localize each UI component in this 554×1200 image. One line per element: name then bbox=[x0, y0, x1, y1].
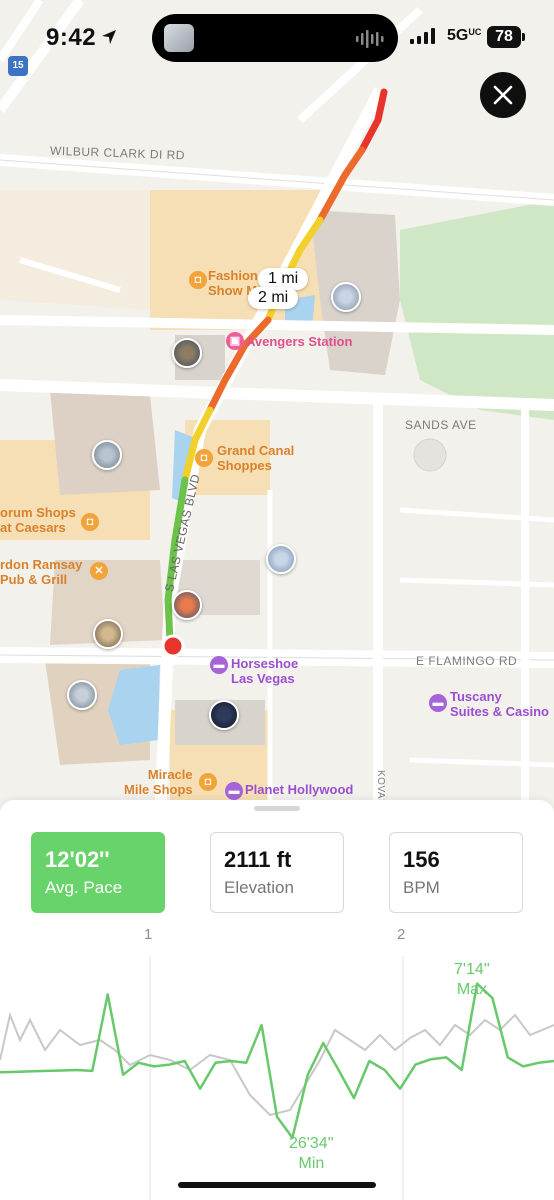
shopping-bag-icon[interactable]: ◘ bbox=[195, 449, 213, 467]
landmark-caesars[interactable] bbox=[92, 440, 122, 470]
poi-tuscany-line2: Suites & Casino bbox=[450, 704, 549, 719]
metric-elevation-value: 2111 ft bbox=[224, 847, 292, 872]
route-map[interactable]: 15 WILBUR CLARK DI RD SANDS AVE S LAS VE… bbox=[0, 0, 554, 820]
poi-horseshoe-line1: Horseshoe bbox=[231, 656, 299, 671]
metric-card-bpm[interactable]: 156 BPM bbox=[389, 832, 523, 913]
poi-miracle-mile[interactable]: Miracle Mile Shops bbox=[124, 767, 193, 797]
chart-min-value: 26'34'' bbox=[289, 1135, 334, 1152]
metric-elevation-label: Elevation bbox=[224, 878, 294, 897]
audio-waveform-icon bbox=[356, 30, 384, 48]
poi-horseshoe-line2: Las Vegas bbox=[231, 671, 295, 686]
landmark-flamingo[interactable] bbox=[172, 590, 202, 620]
status-time: 9:42 bbox=[46, 24, 97, 51]
poi-avengers-station[interactable]: Avengers Station bbox=[246, 334, 352, 349]
status-bar: 9:42 5GUC 78 bbox=[0, 0, 554, 76]
chart-max-label: Max bbox=[456, 981, 488, 998]
landmark-cromwell[interactable] bbox=[93, 619, 123, 649]
poi-ramsay-line1: rdon Ramsay bbox=[0, 557, 83, 572]
metric-bpm-label: BPM bbox=[403, 878, 440, 897]
chart-min-label: Min bbox=[298, 1155, 325, 1172]
golf-course bbox=[400, 200, 554, 420]
sheet-grabber[interactable] bbox=[254, 806, 300, 811]
chart-max-annotation: 7'14'' Max bbox=[454, 960, 490, 1000]
landmark-high-roller[interactable] bbox=[266, 544, 296, 574]
battery-cap bbox=[522, 33, 525, 41]
poi-grand-canal-line1: Grand Canal bbox=[217, 443, 295, 458]
landmark-planet-hollywood[interactable] bbox=[209, 700, 239, 730]
close-icon bbox=[493, 85, 513, 105]
poi-forum-line2: at Caesars bbox=[0, 520, 66, 535]
bed-icon[interactable]: ▬ bbox=[429, 694, 447, 712]
poi-forum-shops[interactable]: orum Shops at Caesars bbox=[0, 505, 76, 535]
location-arrow-icon bbox=[102, 30, 116, 44]
poi-tuscany[interactable]: Tuscany Suites & Casino bbox=[450, 689, 549, 719]
close-button[interactable] bbox=[480, 72, 526, 118]
metric-bpm-value: 156 bbox=[403, 847, 440, 872]
poi-ramsay-line2: Pub & Grill bbox=[0, 572, 68, 587]
chart-max-value: 7'14'' bbox=[454, 961, 490, 978]
poi-ramsay-pub[interactable]: rdon Ramsay Pub & Grill bbox=[0, 557, 82, 587]
attraction-icon[interactable]: ▣ bbox=[226, 332, 244, 350]
shopping-bag-icon[interactable]: ◘ bbox=[81, 513, 99, 531]
poi-fashion-show-line1: Fashion bbox=[208, 268, 258, 283]
metric-card-elevation[interactable]: 2111 ft Elevation bbox=[210, 832, 344, 913]
bed-icon[interactable]: ▬ bbox=[225, 782, 243, 800]
poi-horseshoe[interactable]: Horseshoe Las Vegas bbox=[231, 656, 298, 686]
road-label-sands-ave: SANDS AVE bbox=[405, 418, 477, 432]
route-start-dot bbox=[161, 634, 185, 658]
landmark-venetian-tower[interactable] bbox=[331, 282, 361, 312]
fork-knife-icon[interactable]: ✕ bbox=[90, 562, 108, 580]
poi-grand-canal-line2: Shoppes bbox=[217, 458, 272, 473]
now-playing-artwork bbox=[164, 24, 194, 52]
metric-pace-value: 12'02'' bbox=[45, 847, 110, 872]
cellular-signal-icon bbox=[410, 28, 435, 44]
poi-planet-hollywood[interactable]: Planet Hollywood bbox=[245, 782, 353, 797]
pace-chart[interactable]: 1 2 7'14'' Max 26'34'' Min bbox=[0, 920, 554, 1200]
network-type: 5GUC bbox=[447, 27, 481, 45]
poi-tuscany-line1: Tuscany bbox=[450, 689, 502, 704]
poi-miracle-line1: Miracle bbox=[147, 767, 193, 782]
metric-pace-label: Avg. Pace bbox=[45, 878, 123, 897]
pace-series-line bbox=[0, 982, 554, 1139]
poi-grand-canal[interactable]: Grand Canal Shoppes bbox=[217, 443, 294, 473]
area-block bbox=[0, 190, 150, 310]
battery-indicator: 78 bbox=[487, 26, 521, 48]
shopping-bag-icon[interactable]: ◘ bbox=[189, 271, 207, 289]
chart-min-annotation: 26'34'' Min bbox=[289, 1134, 334, 1174]
secondary-series-line bbox=[0, 1011, 554, 1117]
landmark-bellagio[interactable] bbox=[67, 680, 97, 710]
pace-series bbox=[0, 982, 554, 1139]
network-sub-label: UC bbox=[468, 27, 482, 37]
road-label-flamingo: E FLAMINGO RD bbox=[416, 654, 518, 668]
dynamic-island[interactable] bbox=[152, 14, 398, 62]
shopping-bag-icon[interactable]: ◘ bbox=[199, 773, 217, 791]
bed-icon[interactable]: ▬ bbox=[210, 656, 228, 674]
mile-marker-2: 2 mi bbox=[248, 287, 299, 309]
landmark-treasure-island[interactable] bbox=[172, 338, 202, 368]
poi-miracle-line2: Mile Shops bbox=[124, 782, 193, 797]
home-indicator[interactable] bbox=[178, 1182, 376, 1188]
network-label: 5G bbox=[447, 27, 469, 44]
poi-forum-line1: orum Shops bbox=[0, 505, 76, 520]
metric-card-pace[interactable]: 12'02'' Avg. Pace bbox=[31, 832, 165, 913]
